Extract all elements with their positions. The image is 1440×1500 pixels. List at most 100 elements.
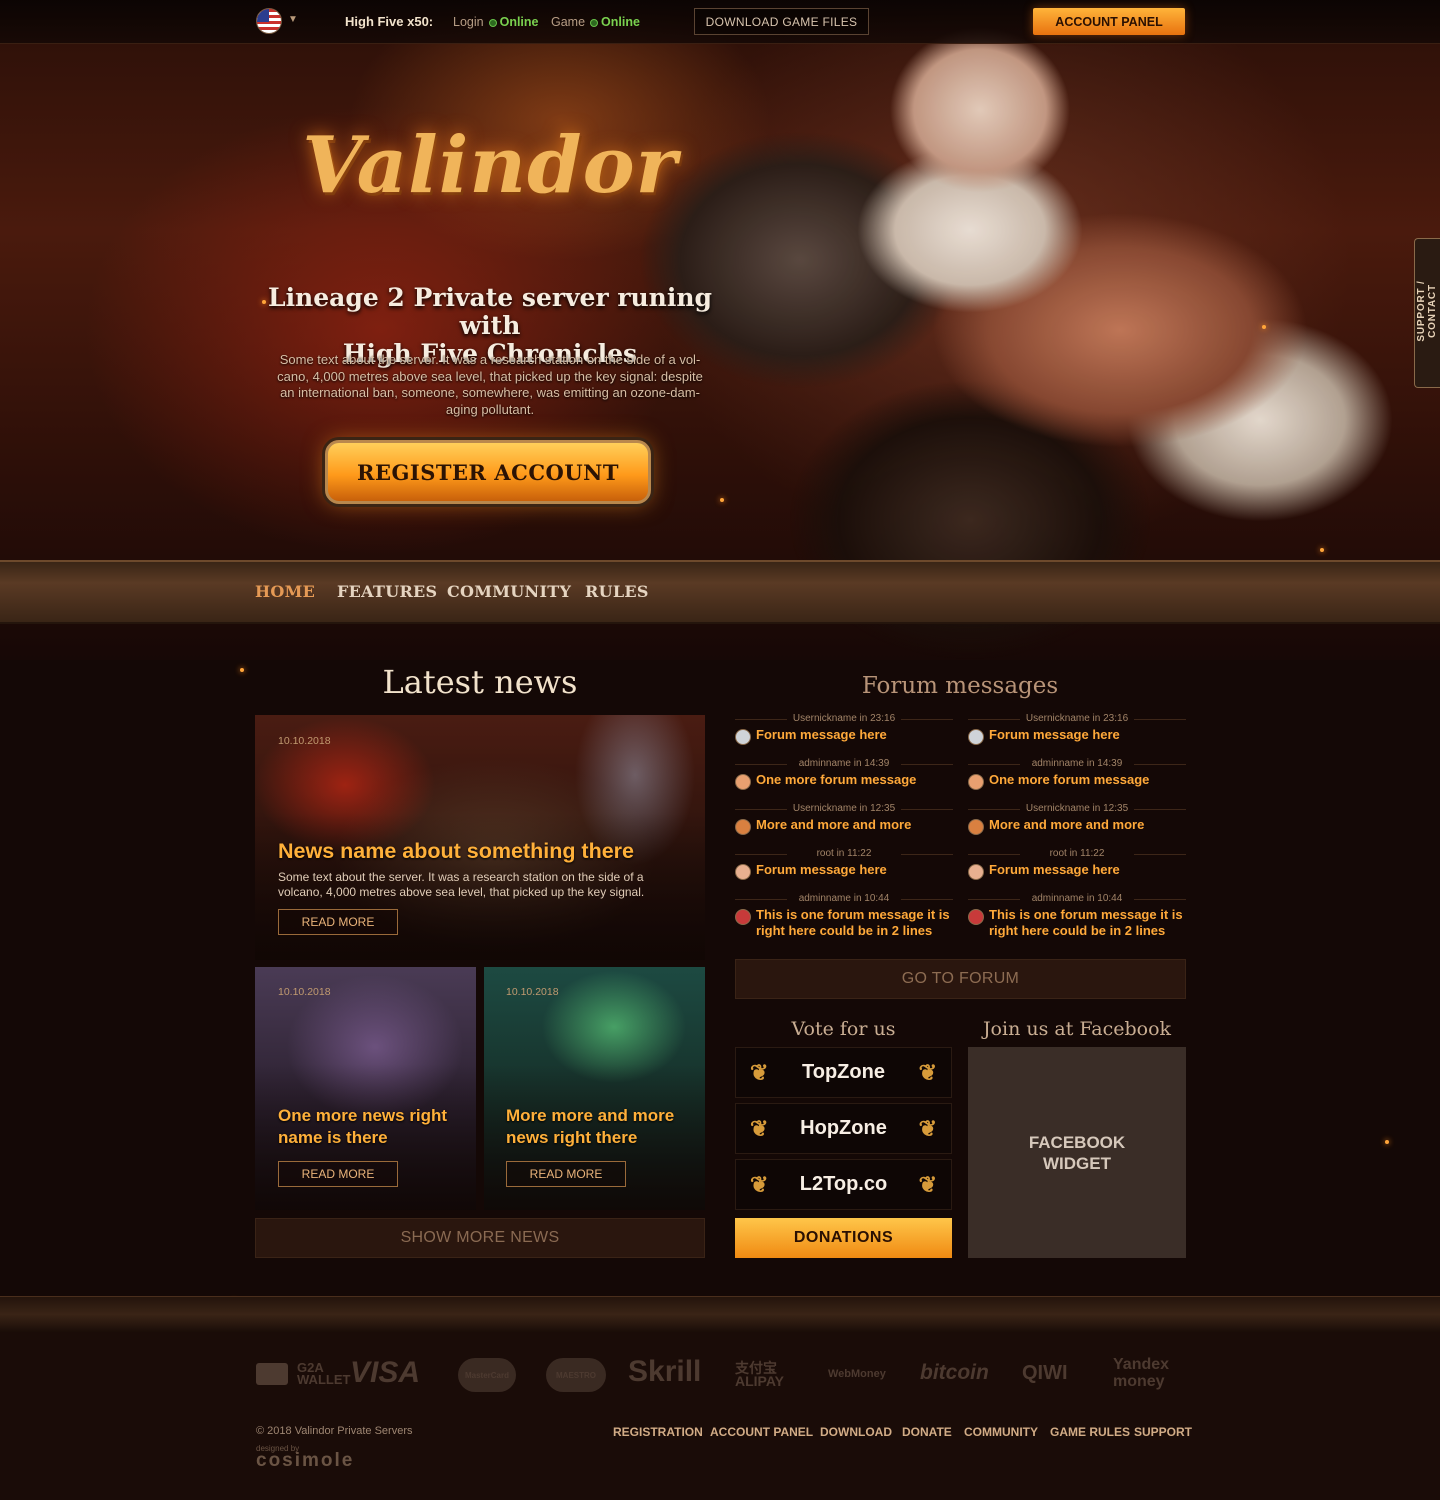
read-more-button[interactable]: READ MORE (278, 1161, 398, 1187)
forum-message-meta: adminname in 14:39 (735, 758, 953, 770)
hero-text-line: aging pollutant. (445, 401, 535, 417)
nav-item-community[interactable]: COMMUNITY (447, 582, 571, 601)
facebook-title: Join us at Facebook (982, 1018, 1172, 1040)
user-avatar-icon (735, 774, 751, 790)
laurel-left-icon: ❦ (750, 1116, 769, 1141)
hero-text-line: cano, 4,000 metres above sea level, that… (277, 368, 703, 384)
vote-hopzone-button[interactable]: ❦ HopZone ❦ (735, 1103, 952, 1154)
nav-item-home[interactable]: HOME (255, 582, 315, 601)
facebook-widget[interactable]: FACEBOOK WIDGET (968, 1047, 1186, 1258)
footer-link-donate[interactable]: DONATE (902, 1425, 952, 1439)
vote-site-label: L2Top.co (799, 1173, 888, 1195)
forum-message-link[interactable]: One more forum message (989, 772, 1189, 788)
forum-message-link[interactable]: Forum message here (989, 862, 1189, 878)
forum-message-meta: Usernickname in 23:16 (968, 713, 1186, 725)
ember-particle (240, 668, 244, 672)
status-dot-icon (590, 19, 599, 27)
go-to-forum-button[interactable]: GO TO FORUM (735, 959, 1186, 999)
news-title-line: One more news right (278, 1106, 448, 1125)
news-excerpt-line: volcano, 4,000 metres above sea level, t… (278, 885, 645, 899)
account-panel-button[interactable]: ACCOUNT PANEL (1033, 8, 1185, 35)
forum-message-link[interactable]: Forum message here (989, 727, 1189, 743)
forum-messages-title: Forum messages (861, 673, 1059, 699)
forum-message-link[interactable]: This is one forum message it is right he… (756, 907, 956, 939)
laurel-right-icon: ❦ (918, 1060, 937, 1085)
us-flag-icon[interactable] (256, 8, 282, 34)
main-navigation (0, 560, 1440, 624)
user-avatar-icon (735, 819, 751, 835)
footer-link-game-rules[interactable]: GAME RULES (1050, 1425, 1130, 1439)
read-more-button[interactable]: READ MORE (506, 1161, 626, 1187)
forum-message-link[interactable]: This is one forum message it is right he… (989, 907, 1189, 939)
payment-yandex-money: Yandex money (1113, 1356, 1170, 1390)
payment-qiwi: QIWI (1022, 1362, 1068, 1384)
hero-text-line: Some text about the server. It was a res… (279, 352, 701, 367)
forum-message-link[interactable]: One more forum message (756, 772, 956, 788)
wallet-icon (256, 1363, 288, 1385)
login-server-status: Login Online (453, 15, 539, 29)
ember-particle (1385, 1140, 1389, 1144)
payment-maestro: MAESTRO (546, 1358, 606, 1392)
register-account-button[interactable]: REGISTER ACCOUNT (325, 440, 651, 504)
read-more-button[interactable]: READ MORE (278, 909, 398, 935)
footer-link-support[interactable]: SUPPORT (1134, 1425, 1192, 1439)
login-label: Login (453, 15, 484, 29)
vote-for-us-title: Vote for us (791, 1018, 896, 1040)
nav-item-rules[interactable]: RULES (585, 582, 649, 601)
ember-particle (720, 498, 724, 502)
news-title[interactable]: News name about something there (278, 839, 634, 864)
server-rate: High Five x50: (345, 14, 434, 29)
news-title-line: name is there (278, 1128, 388, 1147)
forum-message-link[interactable]: More and more and more (989, 817, 1189, 833)
user-avatar-icon (735, 909, 751, 925)
user-avatar-icon (735, 864, 751, 880)
vote-topzone-button[interactable]: ❦ TopZone ❦ (735, 1047, 952, 1098)
vote-l2top-button[interactable]: ❦ L2Top.co ❦ (735, 1159, 952, 1210)
latest-news-title: Latest news (382, 663, 578, 701)
laurel-right-icon: ❦ (918, 1116, 937, 1141)
download-game-files-button[interactable]: DOWNLOAD GAME FILES (694, 8, 869, 35)
news-card[interactable]: 10.10.2018 More more and more news right… (484, 967, 705, 1210)
copyright: © 2018 Valindor Private Servers (256, 1425, 413, 1437)
vote-site-label: HopZone (800, 1117, 887, 1139)
vote-site-label: TopZone (802, 1061, 885, 1083)
payment-mastercard: MasterCard (458, 1358, 516, 1392)
news-card[interactable]: 10.10.2018 One more news right name is t… (255, 967, 476, 1210)
laurel-left-icon: ❦ (750, 1060, 769, 1085)
news-title[interactable]: One more news right name is there (278, 1105, 447, 1149)
footer-link-download[interactable]: DOWNLOAD (820, 1425, 892, 1439)
user-avatar-icon (735, 729, 751, 745)
game-status-value: Online (601, 15, 640, 29)
news-excerpt-line: Some text about the server. It was a res… (278, 870, 644, 884)
show-more-news-button[interactable]: SHOW MORE NEWS (255, 1218, 705, 1258)
hero-title-line: Lineage 2 Private server runing with (267, 283, 713, 340)
facebook-widget-label: WIDGET (1043, 1153, 1111, 1173)
user-avatar-icon (968, 819, 984, 835)
news-card-main[interactable]: 10.10.2018 News name about something the… (255, 715, 705, 960)
news-excerpt: Some text about the server. It was a res… (278, 870, 688, 900)
footer-border (0, 1296, 1440, 1332)
support-contact-label: SUPPORT / CONTACT (1416, 280, 1438, 342)
game-label: Game (551, 15, 586, 29)
user-avatar-icon (968, 729, 984, 745)
footer-link-community[interactable]: COMMUNITY (964, 1425, 1038, 1439)
hero-description: Some text about the server. It was a res… (255, 352, 725, 418)
chevron-down-icon[interactable]: ▼ (288, 14, 298, 25)
news-date: 10.10.2018 (506, 986, 559, 998)
footer-link-registration[interactable]: REGISTRATION (613, 1425, 703, 1439)
payment-webmoney: WebMoney (828, 1368, 886, 1380)
forum-message-link[interactable]: Forum message here (756, 727, 956, 743)
designer-logo[interactable]: cosimole (256, 1450, 354, 1472)
game-server-status: Game Online (551, 15, 640, 29)
donations-button[interactable]: DONATIONS (735, 1218, 952, 1258)
nav-item-features[interactable]: FEATURES (337, 582, 437, 601)
news-title[interactable]: More more and more news right there (506, 1105, 674, 1149)
laurel-left-icon: ❦ (750, 1172, 769, 1197)
valindor-logo[interactable]: Valindor (300, 105, 680, 225)
footer-link-account-panel[interactable]: ACCOUNT PANEL (710, 1425, 813, 1439)
forum-message-link[interactable]: Forum message here (756, 862, 956, 878)
forum-message-meta: adminname in 10:44 (968, 893, 1186, 905)
forum-message-meta: Usernickname in 12:35 (735, 803, 953, 815)
facebook-widget-label: FACEBOOK (1028, 1132, 1126, 1152)
forum-message-link[interactable]: More and more and more (756, 817, 956, 833)
